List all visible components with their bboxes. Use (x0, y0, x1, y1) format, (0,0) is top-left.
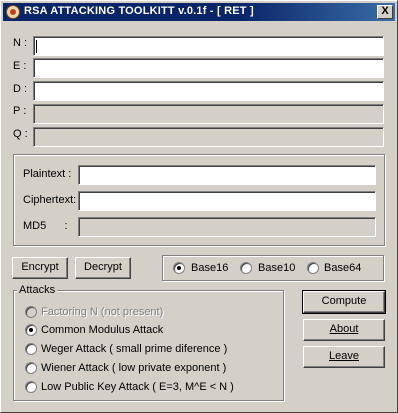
p-field (33, 104, 384, 124)
attacks-group-title: Attacks (17, 284, 58, 296)
n-field[interactable] (33, 36, 384, 56)
base16-label: Base16 (191, 262, 229, 274)
attack-weger-label: Weger Attack ( small prime diference ) (41, 343, 228, 355)
q-field (33, 127, 384, 147)
app-icon (6, 5, 20, 19)
base16-radio[interactable] (173, 262, 185, 274)
encrypt-button[interactable]: Encrypt (12, 257, 68, 279)
d-field[interactable] (33, 81, 384, 101)
base64-radio[interactable] (307, 262, 319, 274)
p-label: P : (13, 105, 27, 117)
md5-field (78, 217, 376, 237)
attack-wiener-label: Wiener Attack ( low private exponent ) (41, 362, 227, 374)
main-window: RSA ATTACKING TOOLKITT v.0.1f - [ RET ] … (0, 0, 398, 413)
leave-button[interactable]: Leave (303, 346, 385, 368)
attack-low-public-key-label: Low Public Key Attack ( E=3, M^E < N ) (41, 381, 234, 393)
e-label: E : (13, 60, 27, 72)
compute-button[interactable]: Compute (302, 290, 386, 314)
attack-low-public-key-radio[interactable] (25, 381, 37, 393)
close-button[interactable]: X (377, 5, 393, 19)
about-button[interactable]: About (303, 319, 385, 341)
attack-weger-radio[interactable] (25, 343, 37, 355)
base10-radio[interactable] (240, 262, 252, 274)
base64-label: Base64 (324, 262, 362, 274)
plaintext-label: Plaintext : (23, 168, 72, 180)
md5-label: MD5 : (23, 220, 68, 232)
decrypt-button[interactable]: Decrypt (75, 257, 131, 279)
ciphertext-label: Ciphertext: (23, 194, 77, 206)
text-caret (36, 40, 37, 53)
d-label: D : (13, 83, 28, 95)
base10-label: Base10 (258, 262, 296, 274)
window-title: RSA ATTACKING TOOLKITT v.0.1f - [ RET ] (24, 5, 254, 17)
q-label: Q : (13, 128, 28, 140)
e-field[interactable] (33, 58, 384, 78)
attack-factoring-label: Factoring N (not present) (41, 306, 164, 318)
attack-wiener-radio[interactable] (25, 362, 37, 374)
plaintext-field[interactable] (78, 165, 376, 185)
attack-common-modulus-label: Common Modulus Attack (41, 324, 164, 336)
attack-common-modulus-radio[interactable] (25, 324, 37, 336)
n-label: N : (13, 37, 28, 49)
ciphertext-field[interactable] (78, 191, 376, 211)
title-bar[interactable]: RSA ATTACKING TOOLKITT v.0.1f - [ RET ] … (3, 3, 395, 21)
attack-factoring-radio (25, 306, 37, 318)
